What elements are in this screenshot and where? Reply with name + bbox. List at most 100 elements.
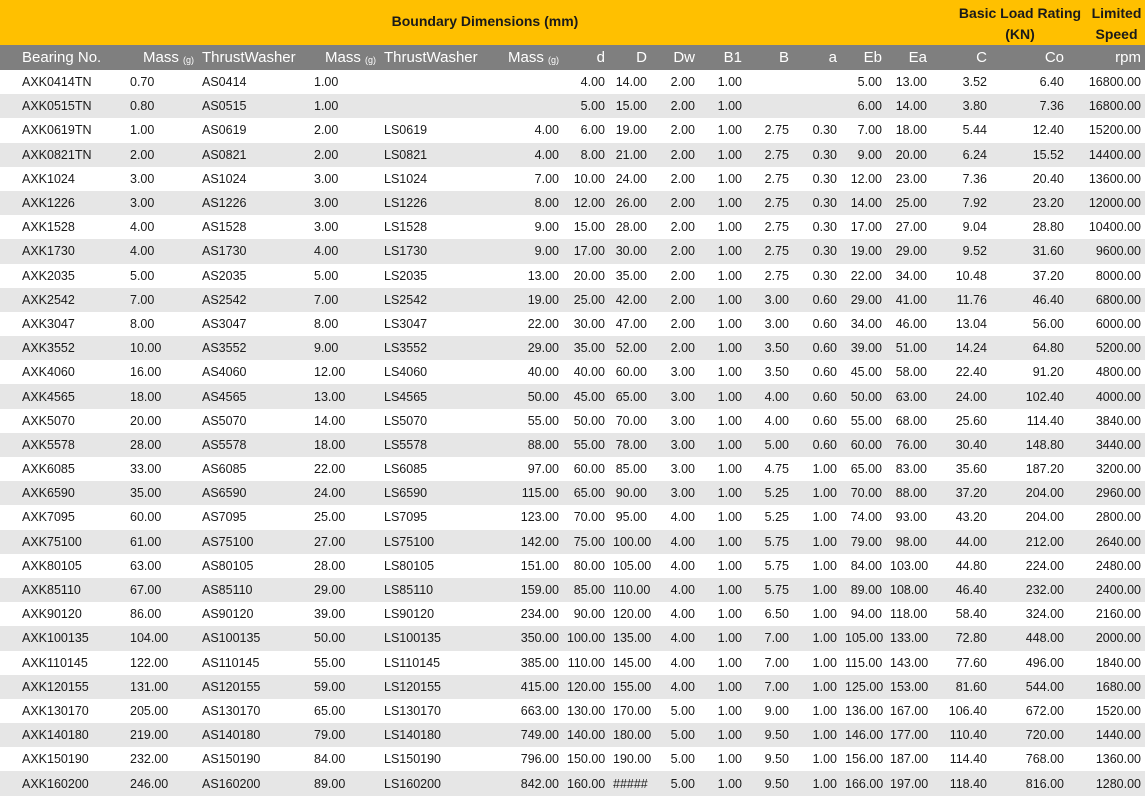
cell-mass-3[interactable]: 350.00 bbox=[498, 626, 563, 651]
cell-mass-2[interactable]: 18.00 bbox=[310, 432, 380, 457]
cell-a[interactable]: 1.00 bbox=[793, 723, 841, 748]
cell-a[interactable]: 1.00 bbox=[793, 481, 841, 506]
cell-Co[interactable]: 816.00 bbox=[991, 771, 1068, 796]
cell-Dw[interactable]: 2.00 bbox=[651, 336, 699, 361]
cell-bearing-no[interactable]: AXK85110 bbox=[0, 577, 126, 603]
cell-a[interactable]: 0.60 bbox=[793, 409, 841, 433]
cell-Ea[interactable]: 76.00 bbox=[886, 432, 931, 457]
cell-thrust-washer-2[interactable]: LS5578 bbox=[380, 432, 498, 457]
cell-mass-3[interactable]: 8.00 bbox=[498, 190, 563, 216]
cell-rpm[interactable]: 2160.00 bbox=[1068, 602, 1145, 626]
cell-d[interactable]: 12.00 bbox=[563, 190, 609, 216]
cell-Ea[interactable]: 41.00 bbox=[886, 287, 931, 312]
table-row[interactable]: AXK5070 20.00 AS5070 14.00 LS5070 55.00 50.00 7… bbox=[0, 409, 1145, 433]
cell-mass-2[interactable]: 55.00 bbox=[310, 651, 380, 675]
table-row[interactable]: AXK0821TN 2.00 AS0821 2.00 LS0821 4.00 8.00 21.… bbox=[0, 142, 1145, 167]
col-C[interactable]: C bbox=[931, 45, 991, 70]
cell-bearing-no[interactable]: AXK150190 bbox=[0, 747, 126, 771]
cell-B1[interactable]: 1.00 bbox=[699, 457, 746, 481]
cell-thrust-washer-2[interactable]: LS1528 bbox=[380, 215, 498, 239]
cell-mass-2[interactable]: 9.00 bbox=[310, 336, 380, 361]
cell-Eb[interactable]: 65.00 bbox=[841, 457, 886, 481]
cell-a[interactable]: 1.00 bbox=[793, 602, 841, 626]
cell-thrust-washer-2[interactable]: LS90120 bbox=[380, 602, 498, 626]
cell-B1[interactable]: 1.00 bbox=[699, 651, 746, 675]
cell-Eb[interactable]: 60.00 bbox=[841, 432, 886, 457]
table-row[interactable]: AXK6590 35.00 AS6590 24.00 LS6590 115.00 65.00… bbox=[0, 481, 1145, 506]
cell-B[interactable] bbox=[746, 70, 793, 94]
cell-mass-2[interactable]: 89.00 bbox=[310, 771, 380, 796]
cell-Dw[interactable]: 3.00 bbox=[651, 360, 699, 384]
cell-bearing-no[interactable]: AXK2542 bbox=[0, 287, 126, 312]
cell-D[interactable]: 14.00 bbox=[609, 70, 651, 94]
cell-D[interactable]: 85.00 bbox=[609, 457, 651, 481]
cell-Ea[interactable]: 63.00 bbox=[886, 384, 931, 409]
col-thrust-washer-2[interactable]: ThrustWasher bbox=[380, 45, 498, 70]
cell-B1[interactable]: 1.00 bbox=[699, 312, 746, 336]
cell-Co[interactable]: 448.00 bbox=[991, 626, 1068, 651]
cell-D[interactable]: 120.00 bbox=[609, 602, 651, 626]
cell-mass-2[interactable]: 29.00 bbox=[310, 577, 380, 603]
cell-d[interactable]: 10.00 bbox=[563, 167, 609, 191]
table-row[interactable]: AXK2542 7.00 AS2542 7.00 LS2542 19.00 25.00 42.… bbox=[0, 287, 1145, 312]
cell-C[interactable]: 37.20 bbox=[931, 481, 991, 506]
cell-mass-2[interactable]: 3.00 bbox=[310, 215, 380, 239]
table-row[interactable]: AXK7095 60.00 AS7095 25.00 LS7095 123.00 70.00… bbox=[0, 505, 1145, 529]
cell-thrust-washer-2[interactable] bbox=[380, 70, 498, 94]
cell-Eb[interactable]: 79.00 bbox=[841, 529, 886, 554]
cell-D[interactable]: 52.00 bbox=[609, 336, 651, 361]
table-row[interactable]: AXK0414TN 0.70 AS0414 1.00 4.00 14.00 2.00 1.00… bbox=[0, 70, 1145, 94]
cell-D[interactable]: 21.00 bbox=[609, 142, 651, 167]
table-row[interactable]: AXK130170 205.00 AS130170 65.00 LS130170 663.… bbox=[0, 699, 1145, 723]
cell-D[interactable]: 28.00 bbox=[609, 215, 651, 239]
cell-rpm[interactable]: 16800.00 bbox=[1068, 70, 1145, 94]
cell-Eb[interactable]: 17.00 bbox=[841, 215, 886, 239]
cell-d[interactable]: 130.00 bbox=[563, 699, 609, 723]
cell-thrust-washer-1[interactable]: AS130170 bbox=[198, 699, 310, 723]
cell-mass-1[interactable]: 10.00 bbox=[126, 336, 198, 361]
cell-d[interactable]: 90.00 bbox=[563, 602, 609, 626]
cell-d[interactable]: 4.00 bbox=[563, 70, 609, 94]
cell-D[interactable]: 65.00 bbox=[609, 384, 651, 409]
cell-mass-3[interactable]: 88.00 bbox=[498, 432, 563, 457]
cell-mass-3[interactable]: 19.00 bbox=[498, 287, 563, 312]
cell-Dw[interactable]: 2.00 bbox=[651, 215, 699, 239]
cell-thrust-washer-2[interactable]: LS130170 bbox=[380, 699, 498, 723]
cell-B1[interactable]: 1.00 bbox=[699, 481, 746, 506]
cell-C[interactable]: 6.24 bbox=[931, 142, 991, 167]
cell-B1[interactable]: 1.00 bbox=[699, 70, 746, 94]
cell-thrust-washer-1[interactable]: AS2035 bbox=[198, 264, 310, 288]
cell-rpm[interactable]: 13600.00 bbox=[1068, 167, 1145, 191]
table-row[interactable]: AXK160200 246.00 AS160200 89.00 LS160200 842.… bbox=[0, 771, 1145, 796]
cell-mass-2[interactable]: 59.00 bbox=[310, 674, 380, 699]
cell-d[interactable]: 40.00 bbox=[563, 360, 609, 384]
cell-B[interactable]: 7.00 bbox=[746, 674, 793, 699]
cell-Co[interactable]: 31.60 bbox=[991, 239, 1068, 264]
cell-Eb[interactable]: 22.00 bbox=[841, 264, 886, 288]
cell-C[interactable]: 72.80 bbox=[931, 626, 991, 651]
cell-B1[interactable]: 1.00 bbox=[699, 723, 746, 748]
cell-Eb[interactable]: 115.00 bbox=[841, 651, 886, 675]
cell-mass-2[interactable]: 4.00 bbox=[310, 239, 380, 264]
cell-mass-2[interactable]: 13.00 bbox=[310, 384, 380, 409]
cell-Dw[interactable]: 4.00 bbox=[651, 674, 699, 699]
cell-B[interactable]: 2.75 bbox=[746, 167, 793, 191]
cell-rpm[interactable]: 1280.00 bbox=[1068, 771, 1145, 796]
cell-B[interactable]: 5.25 bbox=[746, 505, 793, 529]
cell-Co[interactable]: 187.20 bbox=[991, 457, 1068, 481]
cell-Ea[interactable]: 108.00 bbox=[886, 577, 931, 603]
cell-B1[interactable]: 1.00 bbox=[699, 505, 746, 529]
cell-thrust-washer-1[interactable]: AS90120 bbox=[198, 602, 310, 626]
cell-C[interactable]: 3.80 bbox=[931, 94, 991, 119]
cell-bearing-no[interactable]: AXK3552 bbox=[0, 336, 126, 361]
cell-bearing-no[interactable]: AXK5578 bbox=[0, 432, 126, 457]
cell-rpm[interactable]: 1680.00 bbox=[1068, 674, 1145, 699]
cell-d[interactable]: 100.00 bbox=[563, 626, 609, 651]
cell-mass-3[interactable]: 97.00 bbox=[498, 457, 563, 481]
cell-Ea[interactable]: 27.00 bbox=[886, 215, 931, 239]
cell-mass-2[interactable]: 50.00 bbox=[310, 626, 380, 651]
cell-Co[interactable]: 91.20 bbox=[991, 360, 1068, 384]
cell-B1[interactable]: 1.00 bbox=[699, 384, 746, 409]
cell-mass-3[interactable]: 663.00 bbox=[498, 699, 563, 723]
cell-thrust-washer-1[interactable]: AS75100 bbox=[198, 529, 310, 554]
